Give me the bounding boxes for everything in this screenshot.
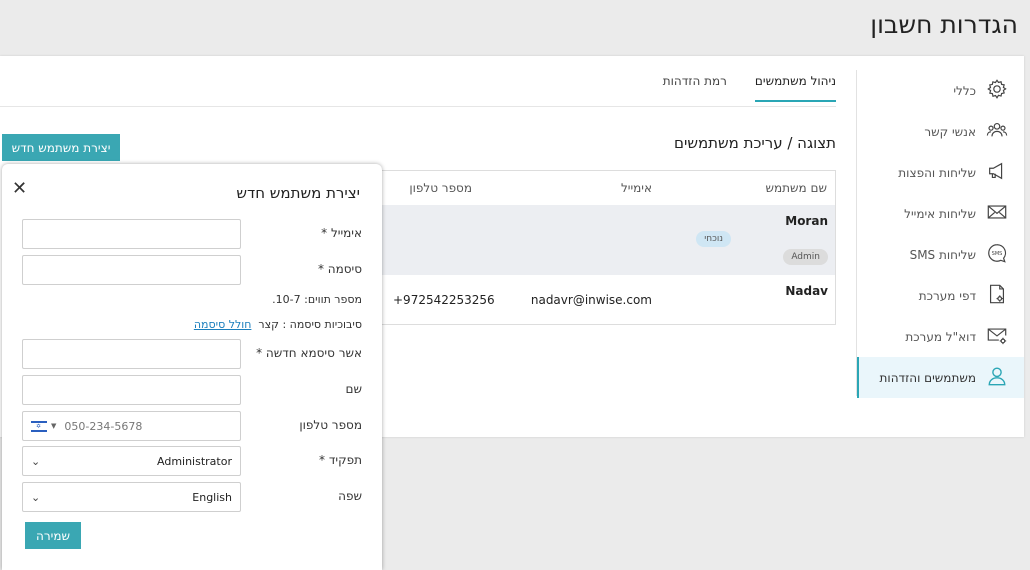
chevron-down-icon[interactable]: ▼ [51, 422, 56, 430]
tabs: ניהול משתמשים רמת הזדהות [663, 74, 836, 102]
page-settings-icon [986, 283, 1008, 308]
name-field[interactable] [22, 375, 241, 405]
close-icon[interactable]: ✕ [12, 178, 27, 199]
confirm-password-field[interactable] [22, 339, 241, 369]
email-row: אימייל * [22, 219, 362, 249]
password-label: סיסמה * [317, 262, 362, 276]
sidebar-item-label: שליחות SMS [909, 247, 976, 262]
sidebar-item-contacts[interactable]: אנשי קשר [857, 111, 1024, 152]
mail-settings-icon [986, 324, 1008, 349]
users-table: שם משתמש אימייל מספר טלפון Moran נוכחי A… [370, 170, 836, 325]
create-user-button[interactable]: יצירת משתמש חדש [2, 134, 120, 161]
confirm-password-row: אשר סיסמא חדשה * [22, 339, 362, 369]
chevron-down-icon: ⌄ [31, 490, 41, 504]
role-value: Administrator [157, 454, 232, 468]
save-button[interactable]: שמירה [25, 522, 81, 549]
cell-email: nadavr@inwise.com [530, 293, 652, 307]
password-row: סיסמה * [22, 255, 362, 285]
password-field[interactable] [22, 255, 241, 285]
role-select[interactable]: ⌄ Administrator [22, 446, 241, 476]
language-select[interactable]: ⌄ English [22, 482, 241, 512]
sidebar-item-label: דפי מערכת [918, 288, 976, 303]
sidebar-item-label: אנשי קשר [924, 124, 976, 139]
column-header-email: אימייל [620, 181, 652, 195]
contacts-icon [986, 119, 1008, 144]
sidebar-item-users-identity[interactable]: משתמשים והזדהות [857, 357, 1024, 398]
admin-badge: Admin [783, 249, 828, 265]
phone-label: מספר טלפון [299, 418, 362, 432]
name-label: שם [345, 382, 362, 396]
password-complexity-row: סיבוכיות סיסמה : קצר חולל סיסמה [194, 318, 362, 331]
phone-row: מספר טלפון ✡ ▼ 050-234-5678 [22, 411, 362, 441]
password-complexity-hint: סיבוכיות סיסמה : קצר [258, 318, 362, 331]
phone-field[interactable]: ✡ ▼ 050-234-5678 [22, 411, 241, 441]
sidebar-item-distribution[interactable]: שליחות והפצות [857, 152, 1024, 193]
cell-phone: +972542253256 [393, 293, 495, 307]
megaphone-icon [986, 160, 1008, 185]
create-user-modal: ✕ יצירת משתמש חדש אימייל * סיסמה * מספר … [2, 164, 382, 570]
tab-divider [0, 106, 836, 107]
user-icon [986, 365, 1008, 390]
cell-username: Nadav [785, 284, 828, 298]
generate-password-link[interactable]: חולל סיסמה [194, 318, 252, 331]
cell-username: Moran [785, 214, 828, 228]
tab-identity-level[interactable]: רמת הזדהות [663, 74, 727, 102]
gear-icon [986, 78, 1008, 103]
confirm-password-label: אשר סיסמא חדשה * [256, 346, 362, 360]
language-row: שפה ⌄ English [22, 482, 362, 512]
sidebar-item-system-pages[interactable]: דפי מערכת [857, 275, 1024, 316]
role-row: תפקיד * ⌄ Administrator [22, 446, 362, 476]
sidebar-item-general[interactable]: כללי [857, 70, 1024, 111]
modal-title: יצירת משתמש חדש [236, 184, 360, 202]
current-user-badge: נוכחי [696, 231, 731, 247]
tab-user-management[interactable]: ניהול משתמשים [754, 74, 836, 102]
chevron-down-icon: ⌄ [31, 454, 41, 468]
name-row: שם [22, 375, 362, 405]
email-field[interactable] [22, 219, 241, 249]
sidebar-item-label: כללי [953, 83, 976, 98]
table-row[interactable]: Nadav nadavr@inwise.com +972542253256 [371, 275, 835, 325]
settings-sidebar: כללי אנשי קשר שליחות והפצות שליחות אימיי… [856, 70, 1024, 398]
section-title: תצוגה / עריכת משתמשים [674, 134, 836, 152]
sms-icon: SMS [986, 242, 1008, 267]
sidebar-item-label: שליחות אימייל [904, 206, 976, 221]
column-header-phone: מספר טלפון [409, 181, 472, 195]
sidebar-item-sms-sending[interactable]: שליחות SMS SMS [857, 234, 1024, 275]
page-title: הגדרות חשבון [870, 10, 1018, 39]
language-label: שפה [338, 489, 362, 503]
sidebar-item-label: דוא"ל מערכת [905, 329, 976, 344]
table-row[interactable]: Moran נוכחי Admin [371, 205, 835, 275]
email-label: אימייל * [321, 226, 362, 240]
envelope-icon [986, 201, 1008, 226]
sidebar-item-system-email[interactable]: דוא"ל מערכת [857, 316, 1024, 357]
svg-text:SMS: SMS [992, 251, 1003, 257]
language-value: English [192, 490, 232, 504]
israel-flag-icon[interactable]: ✡ [31, 420, 47, 432]
sidebar-item-email-sending[interactable]: שליחות אימייל [857, 193, 1024, 234]
role-label: תפקיד * [319, 453, 362, 467]
table-header: שם משתמש אימייל מספר טלפון [371, 171, 835, 205]
sidebar-item-label: משתמשים והזדהות [879, 370, 976, 385]
column-header-username: שם משתמש [765, 181, 827, 195]
password-length-hint: מספר תווים: 10-7. [272, 293, 362, 306]
sidebar-item-label: שליחות והפצות [898, 165, 976, 180]
phone-placeholder: 050-234-5678 [64, 419, 143, 433]
